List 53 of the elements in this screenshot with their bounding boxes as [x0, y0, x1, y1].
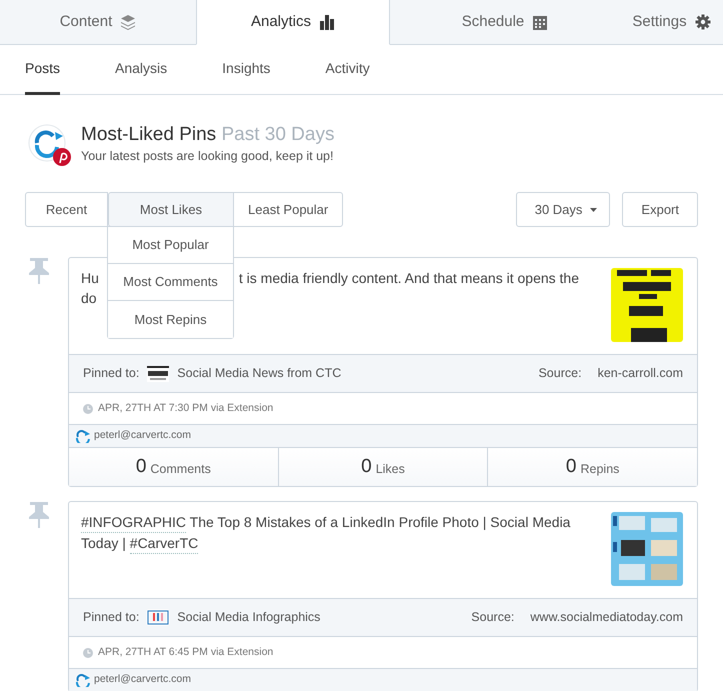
stat-label: Likes — [376, 460, 405, 478]
user-logo-icon — [74, 429, 90, 443]
sub-tab[interactable]: Activity — [325, 45, 370, 95]
stat-label: Repins — [580, 460, 620, 478]
page-subtitle: Your latest posts are looking good, keep it up! — [81, 148, 334, 166]
export-button[interactable]: Export — [622, 192, 698, 227]
stat-count: 0 — [361, 454, 372, 479]
nav-tab[interactable]: Schedule — [390, 0, 620, 45]
clock-icon — [83, 404, 93, 414]
layers-icon — [120, 14, 136, 30]
board-icon — [147, 610, 170, 626]
filter-button[interactable]: Most Likes — [108, 192, 234, 227]
nav-tab[interactable]: Content — [0, 0, 196, 45]
sub-tab[interactable]: Insights — [222, 45, 270, 95]
source-label: Source: — [471, 609, 514, 626]
page-title: Most-Liked Pins Past 30 Days — [81, 124, 334, 148]
stat-label: Comments — [150, 460, 211, 478]
bar-chart-icon — [319, 14, 336, 30]
user-logo-icon — [74, 673, 90, 687]
clock-icon — [83, 648, 93, 658]
post-time: APR, 27TH AT 7:30 PM via Extension — [98, 400, 274, 416]
board-name[interactable]: Social Media News from CTC — [177, 364, 342, 383]
pin-icon — [28, 501, 50, 529]
pin-icon — [28, 257, 50, 285]
post-text: do — [81, 289, 97, 308]
range-dropdown[interactable]: 30 Days — [516, 192, 610, 227]
post-text: The Top 8 Mistakes of a LinkedIn Profile Photo | Social Media — [188, 513, 570, 532]
nav-tab[interactable]: Analytics — [196, 0, 390, 45]
source-link[interactable]: ken-carroll.com — [598, 364, 683, 383]
source-link[interactable]: www.socialmediatoday.com — [530, 608, 683, 627]
pinned-label: Pinned to: — [83, 609, 140, 626]
post-text: t is media friendly content. And that means it opens the — [238, 269, 579, 288]
user-email: peterl@carvertc.com — [94, 672, 192, 688]
filter-button[interactable]: Recent — [25, 192, 108, 227]
settings-icon — [694, 14, 711, 30]
hashtag-link[interactable]: #INFOGRAPHIC — [81, 512, 186, 533]
post-time: APR, 27TH AT 6:45 PM via Extension — [98, 644, 274, 660]
stat-count: 0 — [566, 454, 576, 479]
sub-tab[interactable]: Posts — [25, 45, 60, 95]
stat-count: 0 — [136, 454, 146, 479]
source-label: Source: — [538, 365, 582, 382]
filter-button[interactable]: Least Popular — [233, 192, 344, 227]
post-text: Hu — [81, 269, 99, 288]
calendar-icon — [532, 14, 548, 30]
nav-tab[interactable]: Settings — [620, 0, 723, 45]
caret-icon — [590, 208, 598, 212]
sub-tab[interactable]: Analysis — [115, 45, 168, 95]
board-name[interactable]: Social Media Infographics — [177, 608, 320, 627]
post-text: Today | — [81, 534, 127, 553]
pinned-label: Pinned to: — [83, 365, 140, 382]
hashtag-link[interactable]: #CarverTC — [130, 533, 198, 554]
user-email: peterl@carvertc.com — [94, 428, 192, 444]
board-icon — [147, 366, 170, 382]
